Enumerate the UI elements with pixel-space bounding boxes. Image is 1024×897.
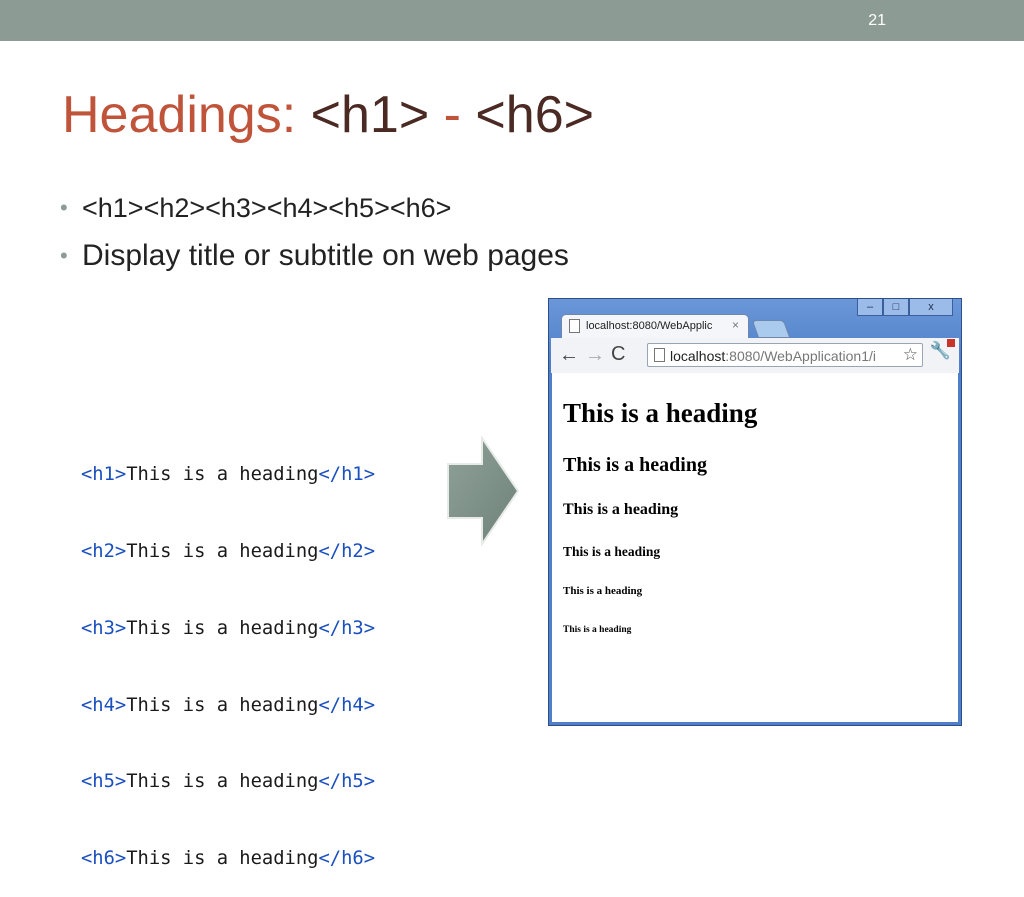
- update-badge: [947, 339, 955, 347]
- code-close-tag: </h1>: [318, 464, 376, 486]
- star-icon[interactable]: ☆: [903, 345, 918, 365]
- rendered-h3: This is a heading: [563, 501, 679, 518]
- code-text: This is a heading: [126, 694, 319, 716]
- code-line: <h4>This is a heading</h4>: [81, 693, 375, 719]
- code-open-tag: <h6>: [81, 848, 127, 870]
- address-bar[interactable]: localhost:8080/WebApplication1/i ☆: [647, 343, 923, 367]
- code-sample: <h1>This is a heading</h1> <h2>This is a…: [81, 411, 375, 897]
- browser-viewport: This is a heading This is a heading This…: [552, 373, 958, 722]
- rendered-h4: This is a heading: [563, 544, 661, 559]
- window-controls: – □ x: [857, 299, 953, 317]
- code-line: <h3>This is a heading</h3>: [81, 616, 375, 642]
- new-tab-button[interactable]: [751, 320, 791, 338]
- code-text: This is a heading: [126, 540, 319, 562]
- arrow-right-icon: [447, 436, 520, 546]
- bullet-text: <h1><h2><h3><h4><h5><h6>: [82, 193, 452, 223]
- minimize-button[interactable]: –: [857, 299, 883, 316]
- code-text: This is a heading: [126, 464, 319, 486]
- code-close-tag: </h5>: [318, 771, 376, 793]
- code-open-tag: <h5>: [81, 771, 127, 793]
- slide-number: 21: [868, 12, 886, 29]
- code-text: This is a heading: [126, 771, 319, 793]
- rendered-h1: This is a heading: [563, 398, 758, 428]
- title-dash: -: [429, 86, 476, 144]
- browser-tab[interactable]: localhost:8080/WebApplic ×: [561, 314, 749, 338]
- page-icon: [654, 348, 665, 362]
- reload-icon[interactable]: C: [611, 343, 625, 366]
- code-line: <h2>This is a heading</h2>: [81, 539, 375, 565]
- rendered-h2: This is a heading: [563, 454, 707, 476]
- bullet-list: • <h1><h2><h3><h4><h5><h6> • Display title…: [58, 188, 569, 284]
- maximize-button[interactable]: □: [883, 299, 909, 316]
- code-line: <h5>This is a heading</h5>: [81, 769, 375, 795]
- title-tag-close: <h6>: [475, 86, 594, 144]
- url-path: :8080/WebApplication1/i: [725, 348, 876, 364]
- close-window-button[interactable]: x: [909, 299, 953, 316]
- title-main: Headings:: [62, 86, 311, 144]
- code-text: This is a heading: [126, 617, 319, 639]
- code-close-tag: </h3>: [318, 617, 376, 639]
- bullet-dot-icon: •: [60, 243, 68, 268]
- slide-title: Headings: <h1> - <h6>: [62, 83, 594, 147]
- bullet-item: • Display title or subtitle on web pages: [58, 236, 569, 284]
- code-close-tag: </h6>: [318, 848, 376, 870]
- bullet-dot-icon: •: [60, 195, 68, 220]
- url-clip: localhost:8080/WebApplication1/i: [670, 344, 896, 366]
- code-text: This is a heading: [126, 848, 319, 870]
- url-host-text: localhost: [670, 348, 726, 364]
- bullet-item: • <h1><h2><h3><h4><h5><h6>: [58, 188, 569, 236]
- back-arrow-icon[interactable]: ←: [559, 344, 579, 367]
- rendered-h6: This is a heading: [563, 625, 632, 635]
- code-open-tag: <h3>: [81, 617, 127, 639]
- tab-title: localhost:8080/WebApplic: [586, 320, 713, 332]
- code-close-tag: </h2>: [318, 540, 376, 562]
- code-open-tag: <h1>: [81, 464, 127, 486]
- code-line: <h6>This is a heading</h6>: [81, 846, 375, 872]
- browser-chrome: – □ x localhost:8080/WebApplic × ← → C l…: [549, 299, 961, 373]
- top-bar: 21: [0, 0, 1024, 41]
- code-line: <h1>This is a heading</h1>: [81, 462, 375, 488]
- page-icon: [569, 319, 580, 333]
- forward-arrow-icon[interactable]: →: [585, 344, 605, 367]
- url-host: localhost:8080/WebApplication1/i: [670, 348, 876, 364]
- bullet-text: Display title or subtitle on web pages: [82, 239, 569, 272]
- tab-close-icon[interactable]: ×: [732, 318, 739, 332]
- browser-toolbar: ← → C localhost:8080/WebApplication1/i ☆…: [551, 338, 959, 373]
- browser-window: – □ x localhost:8080/WebApplic × ← → C l…: [548, 298, 962, 726]
- code-open-tag: <h2>: [81, 540, 127, 562]
- title-tag-open: <h1>: [310, 86, 430, 144]
- rendered-h5: This is a heading: [563, 585, 643, 597]
- code-open-tag: <h4>: [81, 694, 127, 716]
- code-close-tag: </h4>: [318, 694, 376, 716]
